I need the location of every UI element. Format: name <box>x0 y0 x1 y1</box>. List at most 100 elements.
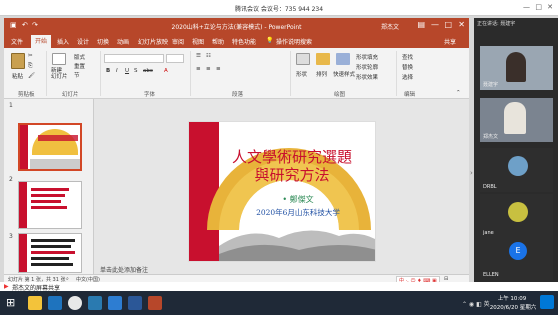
word-icon[interactable] <box>128 296 142 310</box>
shape-fill-button[interactable]: 形状填充 <box>356 53 378 61</box>
paste-icon[interactable] <box>11 53 25 69</box>
document-title: 2020山科+立论与方法(兼容模式) - PowerPoint <box>171 24 302 31</box>
speaking-indicator: 正在讲话: 聂建宇 <box>477 21 516 27</box>
taskbar: ⊞ ⌃ ◉ ◧ 英 上午 10:09 2020/6/20 星期六 <box>0 291 558 315</box>
ribbon-options-icon[interactable]: ▤ <box>417 20 425 29</box>
slide-thumbnail[interactable] <box>18 181 82 229</box>
participant-video[interactable]: 郑杰文 <box>480 98 553 142</box>
tab-help[interactable]: 帮助 <box>212 37 224 46</box>
main-slide[interactable]: 人文學術研究選題 與研究方法 • 鄭傑文 2020年6月山东科技大学 <box>188 121 376 262</box>
strikethrough-icon[interactable]: abc <box>143 68 153 74</box>
participant-video[interactable]: 聂建宇 <box>480 46 553 90</box>
align-left-icon[interactable]: ≡ <box>196 66 201 72</box>
find-button[interactable]: 查找 <box>402 53 413 61</box>
tab-design[interactable]: 设计 <box>77 37 89 46</box>
user-name[interactable]: 郑杰文 <box>381 22 399 31</box>
separator <box>46 51 47 96</box>
tab-view[interactable]: 视图 <box>192 37 204 46</box>
collapse-ribbon-icon[interactable]: ⌃ <box>456 90 461 96</box>
tab-home[interactable]: 开始 <box>31 35 52 48</box>
tab-slideshow[interactable]: 幻灯片放映 <box>138 37 168 46</box>
quick-styles-button[interactable]: 快速样式 <box>333 70 355 78</box>
copy-icon[interactable]: ⎘ <box>28 63 32 70</box>
editor-area: 1 2 3 人文學術研究選題 與研究方法 • 鄭傑文 2020年6月山东科技大学… <box>4 99 473 274</box>
select-button[interactable]: 选择 <box>402 73 413 81</box>
slides-group-label: 幻灯片 <box>62 92 79 98</box>
font-size-select[interactable] <box>166 54 184 63</box>
tab-insert[interactable]: 插入 <box>57 37 69 46</box>
slide-author: • 鄭傑文 <box>282 195 314 204</box>
person-figure <box>504 102 526 134</box>
tab-review[interactable]: 审阅 <box>172 37 184 46</box>
numbering-icon[interactable]: ☷ <box>206 53 211 59</box>
tab-transitions[interactable]: 切换 <box>97 37 109 46</box>
minimize-icon[interactable]: — <box>523 3 530 11</box>
share-button[interactable]: 共享 <box>444 37 456 46</box>
underline-icon[interactable]: U <box>125 68 129 74</box>
participant-tile[interactable]: jane <box>480 194 553 238</box>
slide-thumbnail[interactable] <box>18 123 82 171</box>
ribbon-tabs: 文件 开始 插入 设计 切换 动画 幻灯片放映 审阅 视图 帮助 特色功能 💡 … <box>4 34 469 48</box>
font-color-icon[interactable]: A <box>164 68 168 74</box>
chrome-icon[interactable] <box>68 296 82 310</box>
quick-styles-icon[interactable] <box>336 53 350 65</box>
font-name-select[interactable] <box>104 54 164 63</box>
align-center-icon[interactable]: ≡ <box>206 66 211 72</box>
clock-date[interactable]: 2020/6/20 星期六 <box>486 303 540 311</box>
separator <box>396 51 397 96</box>
slide-thumbnail[interactable] <box>18 233 82 273</box>
replace-button[interactable]: 替换 <box>402 63 413 71</box>
shared-screen: ▣ ↶ ↷ 2020山科+立论与方法(兼容模式) - PowerPoint 郑杰… <box>4 18 473 285</box>
tell-me-search[interactable]: 操作说明搜索 <box>276 37 312 46</box>
clock-time[interactable]: 上午 10:09 <box>492 294 532 302</box>
reset-button[interactable]: 重置 <box>74 62 85 70</box>
notification-icon[interactable] <box>540 295 554 309</box>
shape-button[interactable]: 形状 <box>296 70 307 78</box>
ppt-close-icon[interactable]: ✕ <box>458 20 465 29</box>
new-slide-icon[interactable] <box>52 53 66 65</box>
participant-tile[interactable]: E ELLEN <box>480 236 553 280</box>
participant-name: DRBL <box>483 184 497 190</box>
paste-label[interactable]: 粘贴 <box>12 72 23 80</box>
shape-effect-button[interactable]: 形状效果 <box>356 73 378 81</box>
italic-icon[interactable]: I <box>116 68 118 74</box>
drawing-group-label: 绘图 <box>334 92 346 98</box>
format-painter-icon[interactable]: 🖌 <box>28 73 35 79</box>
thumb-text-line <box>31 206 67 209</box>
tab-animations[interactable]: 动画 <box>117 37 129 46</box>
shapes-icon[interactable] <box>296 53 310 65</box>
shape-outline-button[interactable]: 形状轮廓 <box>356 63 378 71</box>
new-slide-button[interactable]: 新建 幻灯片 <box>51 68 68 80</box>
tencent-meeting-icon[interactable] <box>108 296 122 310</box>
bold-icon[interactable]: B <box>106 68 110 74</box>
ppt-minimize-icon[interactable]: — <box>431 20 439 29</box>
media-player-icon[interactable] <box>88 296 102 310</box>
participant-tile[interactable]: DRBL <box>480 148 553 192</box>
arrange-icon[interactable] <box>316 53 330 65</box>
arrange-button[interactable]: 排列 <box>316 70 327 78</box>
pane-toggle-icon[interactable]: › <box>470 169 473 177</box>
bullets-icon[interactable]: ☰ <box>196 53 201 59</box>
avatar-landscape <box>508 156 528 176</box>
maximize-icon[interactable]: □ <box>535 3 542 11</box>
windows-start-icon[interactable]: ⊞ <box>6 296 15 309</box>
align-right-icon[interactable]: ≡ <box>216 66 221 72</box>
ribbon: 粘贴 ✂ ⎘ 🖌 剪贴板 新建 幻灯片 版式 重置 节 幻灯片 B I U S … <box>4 48 469 99</box>
tab-special[interactable]: 特色功能 <box>232 37 256 46</box>
thumb-text-line <box>31 245 71 248</box>
file-explorer-icon[interactable] <box>28 296 42 310</box>
shadow-icon[interactable]: S <box>134 68 138 74</box>
powerpoint-icon[interactable] <box>148 296 162 310</box>
tab-file[interactable]: 文件 <box>11 37 23 46</box>
close-icon[interactable]: ✕ <box>547 3 553 11</box>
section-button[interactable]: 节 <box>74 71 80 79</box>
ppt-maximize-icon[interactable]: □ <box>444 20 452 29</box>
thumb-text-line <box>31 239 75 242</box>
separator <box>100 51 101 96</box>
thumb-red-strip <box>19 182 27 228</box>
edge-icon[interactable] <box>48 296 62 310</box>
cut-icon[interactable]: ✂ <box>28 53 33 59</box>
status-bar: 幻灯片 第 1 张，共 31 张 ⌕ 中文(中国) 中 ·, ☺ ♦ ⌨ ▣ ⊟ <box>4 274 469 285</box>
slide-title-line2: 與研究方法 <box>254 166 330 184</box>
layout-button[interactable]: 版式 <box>74 53 85 61</box>
